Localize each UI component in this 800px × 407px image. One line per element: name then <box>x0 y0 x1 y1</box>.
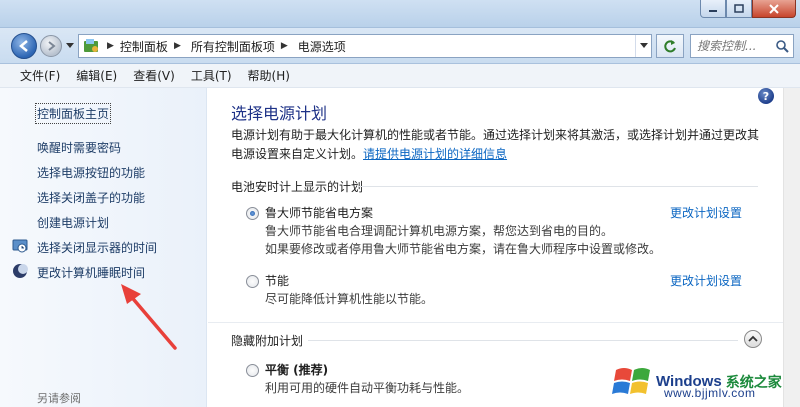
breadcrumb-label: 所有控制面板项 <box>190 39 275 54</box>
page-title: 选择电源计划 <box>231 104 328 123</box>
refresh-button[interactable] <box>656 34 684 58</box>
section-divider <box>308 340 738 341</box>
plan-desc-power-saver: 尽可能降低计算机性能以节能。 <box>265 290 725 308</box>
recent-pages-dropdown[interactable] <box>64 38 76 54</box>
plan-radio-ludashi[interactable] <box>246 207 259 220</box>
plan-details-link[interactable]: 请提供电源计划的详细信息 <box>363 147 507 161</box>
intro-text: 电源计划有助于最大化计算机的性能或者节能。通过选择计划来将其激活，或选择计划并通… <box>231 126 761 164</box>
windows-logo-icon <box>612 367 650 394</box>
collapse-hidden-plans-button[interactable] <box>744 330 762 348</box>
search-box[interactable] <box>690 34 794 58</box>
close-icon <box>769 3 779 14</box>
display-off-time-link[interactable]: 选择关闭显示器的时间 <box>37 239 157 256</box>
arrow-right-icon <box>48 41 56 51</box>
see-also-heading: 另请参阅 <box>37 392 81 405</box>
plan-desc-ludashi: 鲁大师节能省电合理调配计算机电源方案，帮您达到省电的目的。 如果要修改或者停用鲁… <box>265 222 725 258</box>
section-hidden-heading: 隐藏附加计划 <box>231 334 304 348</box>
power-button-link[interactable]: 选择电源按钮的功能 <box>37 164 145 181</box>
task-pane: 控制面板主页 唤醒时需要密码 选择电源按钮的功能 选择关闭盖子的功能 创建电源计… <box>0 88 207 407</box>
breadcrumb-label: 电源选项 <box>297 39 346 54</box>
change-plan-settings-power-saver[interactable]: 更改计划设置 <box>670 272 742 289</box>
breadcrumb-separator[interactable]: ▶ <box>172 41 183 51</box>
menu-tools[interactable]: 工具(T) <box>183 67 240 84</box>
chevron-down-icon <box>639 43 648 48</box>
plan-radio-power-saver[interactable] <box>246 275 259 288</box>
minimize-button[interactable] <box>700 0 726 18</box>
intro-line-2: 电源设置来自定义计划。请提供电源计划的详细信息 <box>231 145 761 164</box>
maximize-button[interactable] <box>726 0 752 18</box>
plan-desc-line: 鲁大师节能省电合理调配计算机电源方案，帮您达到省电的目的。 <box>265 224 614 238</box>
control-panel-home-link[interactable]: 控制面板主页 <box>35 103 112 124</box>
chevron-up-icon <box>748 335 758 342</box>
change-plan-settings-ludashi[interactable]: 更改计划设置 <box>670 204 742 221</box>
maximize-icon <box>734 3 744 13</box>
intro-line-1: 电源计划有助于最大化计算机的性能或者节能。通过选择计划来将其激活，或选择计划并通… <box>231 128 760 142</box>
breadcrumb-control-panel[interactable]: 控制面板 ▶ <box>116 38 183 55</box>
intro-line-2-text: 电源设置来自定义计划。 <box>231 147 364 161</box>
sleep-moon-icon <box>13 264 28 278</box>
watermark: Windows 系统之家 www.bjjmlv.com <box>608 356 800 407</box>
wake-password-link[interactable]: 唤醒时需要密码 <box>37 139 121 156</box>
menu-bar: 文件(F) 编辑(E) 查看(V) 工具(T) 帮助(H) <box>0 64 800 88</box>
watermark-url: www.bjjmlv.com <box>664 386 756 400</box>
search-icon[interactable] <box>775 39 789 53</box>
plan-name-power-saver: 节能 <box>265 274 290 288</box>
breadcrumb-power-options[interactable]: 电源选项 <box>294 38 350 55</box>
close-button[interactable] <box>752 0 796 18</box>
minimize-icon <box>709 9 717 12</box>
chevron-down-icon <box>66 43 74 48</box>
help-icon[interactable]: ? <box>758 88 774 104</box>
breadcrumb-label: 控制面板 <box>119 39 168 54</box>
breadcrumb-all-items[interactable]: 所有控制面板项 ▶ <box>187 38 290 55</box>
address-bar[interactable]: ▶ 控制面板 ▶ 所有控制面板项 ▶ 电源选项 <box>78 34 652 58</box>
menu-view[interactable]: 查看(V) <box>125 67 183 84</box>
arrow-left-icon <box>19 40 28 52</box>
menu-file[interactable]: 文件(F) <box>12 67 68 84</box>
search-input[interactable] <box>697 39 769 53</box>
plan-desc-line: 尽可能降低计算机性能以节能。 <box>265 292 434 306</box>
plan-desc-line: 如果要修改或者停用鲁大师节能省电方案，请在鲁大师程序中设置或修改。 <box>265 242 662 256</box>
section-divider <box>358 186 758 187</box>
title-bar <box>0 0 800 28</box>
display-timer-icon <box>12 239 28 253</box>
window-controls <box>700 0 796 18</box>
lid-close-link[interactable]: 选择关闭盖子的功能 <box>37 189 145 206</box>
plan-name-ludashi: 鲁大师节能省电方案 <box>265 206 374 220</box>
back-button[interactable] <box>11 33 37 59</box>
control-panel-icon <box>84 39 98 52</box>
section-battery-heading: 电池安时计上显示的计划 <box>231 180 364 194</box>
forward-button[interactable] <box>40 35 62 57</box>
plan-radio-balanced[interactable] <box>246 364 259 377</box>
create-plan-link[interactable]: 创建电源计划 <box>37 214 109 231</box>
plan-name-balanced: 平衡 (推荐) <box>265 363 329 377</box>
menu-help[interactable]: 帮助(H) <box>240 67 298 84</box>
address-dropdown[interactable] <box>635 35 651 57</box>
refresh-icon <box>664 40 676 53</box>
breadcrumb-separator[interactable]: ▶ <box>279 41 290 51</box>
navigation-bar: ▶ 控制面板 ▶ 所有控制面板项 ▶ 电源选项 <box>0 28 800 64</box>
menu-edit[interactable]: 编辑(E) <box>68 67 125 84</box>
sleep-time-link[interactable]: 更改计算机睡眠时间 <box>37 264 145 281</box>
breadcrumb-separator[interactable]: ▶ <box>105 41 116 51</box>
section-divider <box>208 322 783 323</box>
